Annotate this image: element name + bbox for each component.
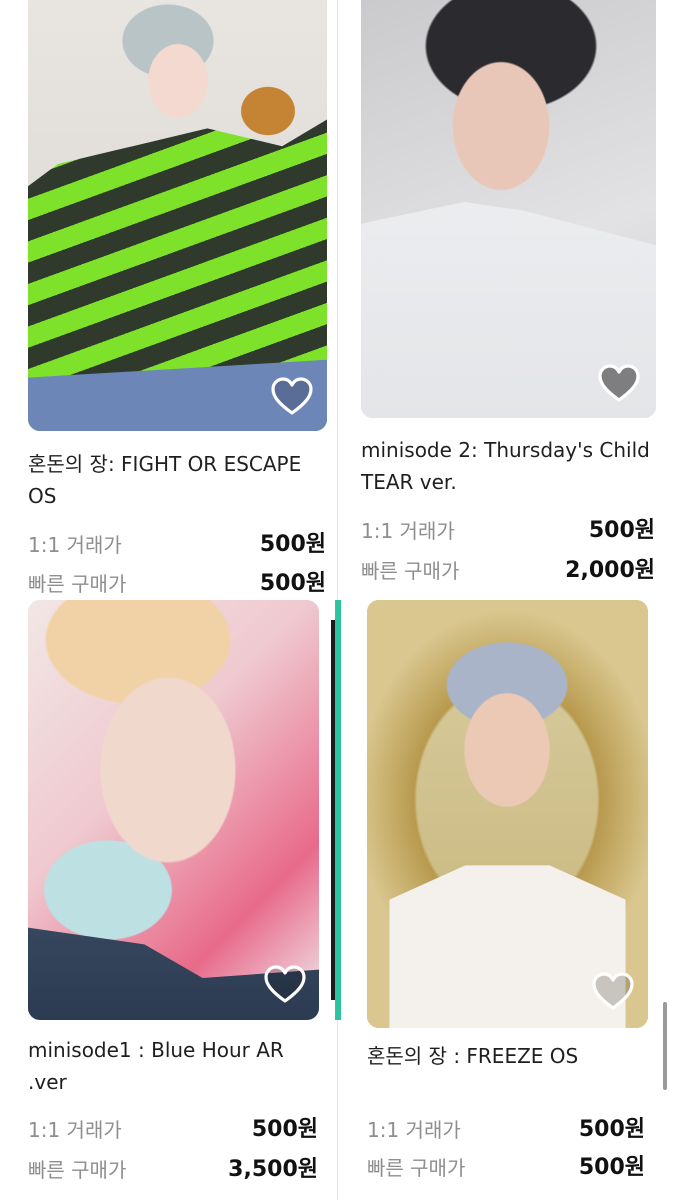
product-card[interactable]: minisode 2: Thursday's Child TEAR ver. 1…: [361, 0, 657, 600]
trade-price-value: 500원: [578, 1117, 645, 1142]
scrollbar[interactable]: [663, 1002, 667, 1090]
quick-price-value: 2,000원: [565, 558, 655, 583]
quick-price-row: 빠른 구매가 2,000원: [361, 554, 655, 588]
trade-price-value: 500원: [251, 1117, 318, 1142]
quick-price-value: 500원: [259, 571, 326, 596]
heart-icon[interactable]: [263, 965, 307, 1005]
product-photo[interactable]: [28, 0, 327, 431]
trade-price-row: 1:1 거래가 500원: [361, 514, 655, 548]
product-photo[interactable]: [367, 600, 648, 1028]
background-peek-accent: [335, 600, 341, 1020]
quick-price-value: 3,500원: [228, 1157, 318, 1182]
quick-price-value: 500원: [578, 1155, 645, 1180]
trade-price-row: 1:1 거래가 500원: [367, 1113, 645, 1147]
trade-price-label: 1:1 거래가: [28, 1118, 122, 1142]
product-title[interactable]: 혼돈의 장 : FREEZE OS: [367, 1040, 647, 1072]
trade-price-label: 1:1 거래가: [361, 519, 455, 543]
trade-price-value: 500원: [588, 518, 655, 543]
quick-price-label: 빠른 구매가: [367, 1156, 466, 1180]
heart-icon[interactable]: [270, 377, 314, 417]
heart-icon[interactable]: [597, 364, 641, 404]
product-card[interactable]: minisode1 : Blue Hour AR .ver 1:1 거래가 50…: [28, 600, 328, 1200]
heart-icon[interactable]: [591, 972, 635, 1012]
quick-price-label: 빠른 구매가: [28, 572, 127, 596]
product-title[interactable]: 혼돈의 장: FIGHT OR ESCAPE OS: [28, 448, 328, 512]
trade-price-row: 1:1 거래가 500원: [28, 1113, 318, 1147]
product-title[interactable]: minisode 2: Thursday's Child TEAR ver.: [361, 434, 657, 498]
trade-price-label: 1:1 거래가: [367, 1118, 461, 1142]
product-title[interactable]: minisode1 : Blue Hour AR .ver: [28, 1034, 318, 1098]
photo-face: [361, 0, 656, 418]
trade-price-row: 1:1 거래가 500원: [28, 528, 326, 562]
quick-price-row: 빠른 구매가 500원: [367, 1151, 645, 1185]
trade-price-label: 1:1 거래가: [28, 533, 122, 557]
quick-price-row: 빠른 구매가 3,500원: [28, 1153, 318, 1187]
product-card[interactable]: 혼돈의 장: FIGHT OR ESCAPE OS 1:1 거래가 500원 빠…: [28, 0, 328, 600]
product-photo[interactable]: [28, 600, 319, 1020]
quick-price-label: 빠른 구매가: [361, 559, 460, 583]
quick-price-row: 빠른 구매가 500원: [28, 567, 326, 601]
quick-price-label: 빠른 구매가: [28, 1158, 127, 1182]
trade-price-value: 500원: [259, 532, 326, 557]
product-card[interactable]: 혼돈의 장 : FREEZE OS 1:1 거래가 500원 빠른 구매가 50…: [367, 600, 649, 1200]
product-photo[interactable]: [361, 0, 656, 418]
